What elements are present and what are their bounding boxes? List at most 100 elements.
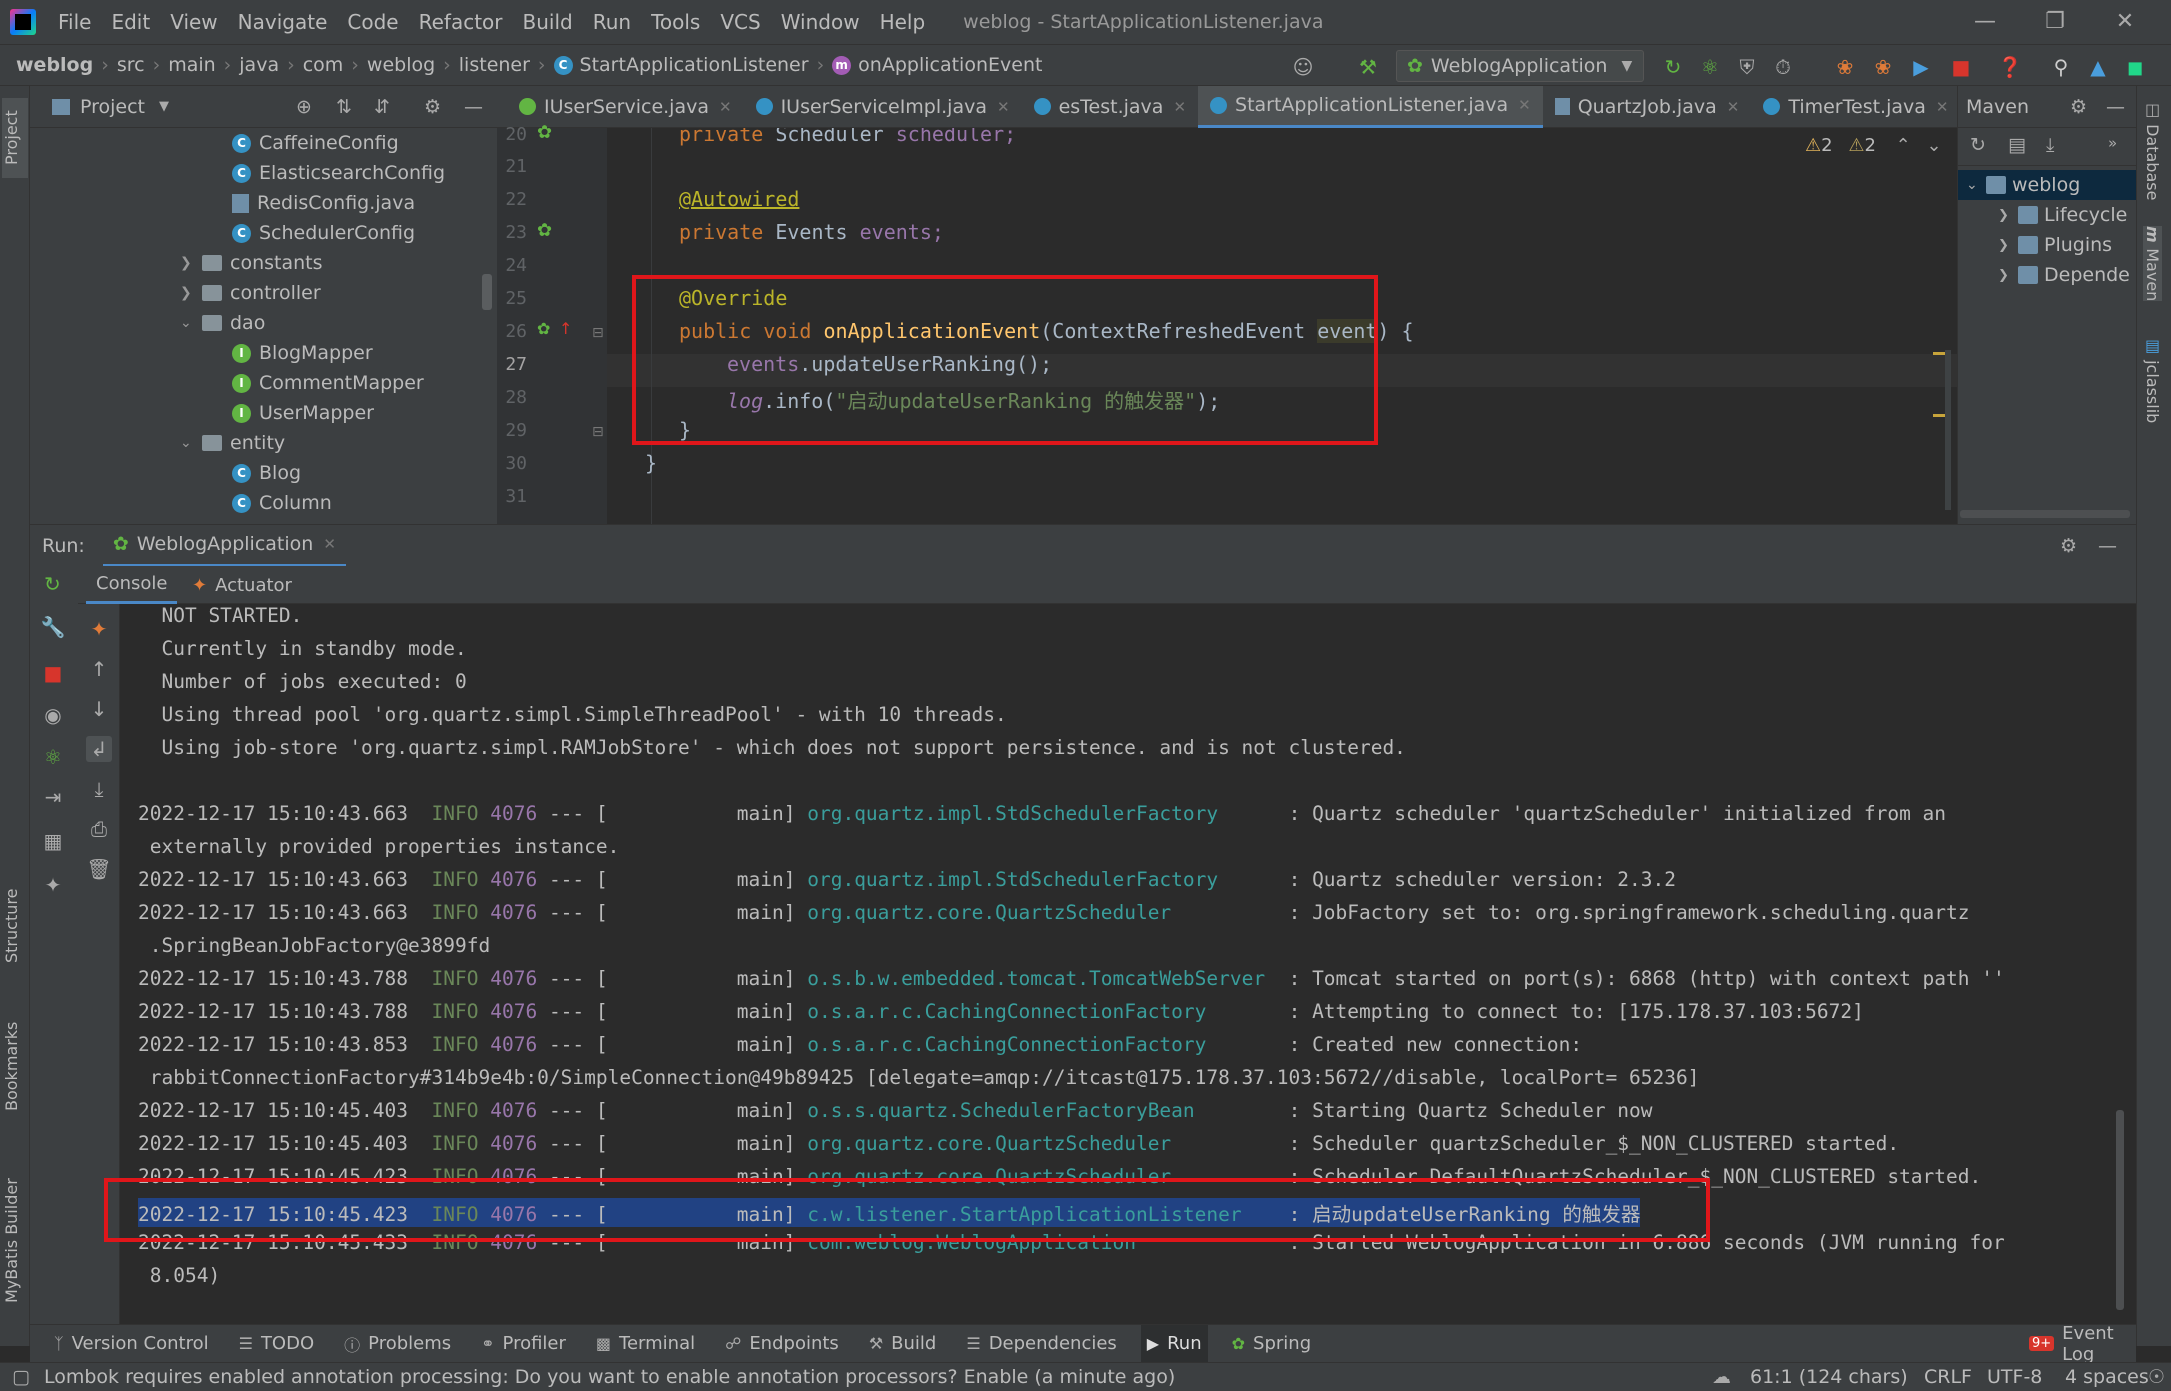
help-icon[interactable]: ❓: [1997, 54, 2023, 80]
tree-item[interactable]: ❯ constants: [180, 248, 323, 278]
rerun-icon[interactable]: ↻: [1660, 54, 1686, 80]
tree-item[interactable]: ⌄ dao: [180, 308, 265, 338]
gear-icon[interactable]: ⚙: [424, 96, 441, 118]
chevron-down-icon[interactable]: ⌄: [1966, 177, 1986, 193]
project-scrollbar[interactable]: [482, 274, 492, 310]
close-icon[interactable]: ✕: [1173, 98, 1186, 116]
reload-icon[interactable]: ↻: [1970, 134, 1986, 156]
chevron-down-icon[interactable]: ⌄: [1926, 135, 1941, 156]
arrow-up-icon[interactable]: ↑: [86, 656, 112, 682]
breadcrumb-listener[interactable]: listener: [459, 54, 530, 76]
tree-item[interactable]: ❯ controller: [180, 278, 321, 308]
restore-icon[interactable]: ❐: [2025, 4, 2085, 40]
console-scrollbar[interactable]: [2116, 1110, 2124, 1310]
maven-item-dependencies[interactable]: ❯ Depende: [1998, 260, 2130, 290]
close-icon[interactable]: ✕: [323, 535, 336, 553]
gear-icon[interactable]: ⚙: [2070, 96, 2087, 118]
project-title[interactable]: Project: [80, 96, 145, 118]
breadcrumb-method[interactable]: onApplicationEvent: [858, 54, 1042, 76]
tab-database[interactable]: ◫ Database: [2143, 100, 2162, 200]
hide-panel-icon[interactable]: —: [2106, 96, 2125, 118]
tool-event-log[interactable]: 9+ Event Log: [2023, 1323, 2136, 1365]
stop-icon[interactable]: ■: [40, 660, 66, 686]
maven-item-weblog[interactable]: ⌄ weblog: [1958, 170, 2137, 200]
arrow-down-icon[interactable]: ↓: [86, 696, 112, 722]
tree-item[interactable]: RedisConfig.java: [232, 188, 415, 218]
close-icon[interactable]: ✕: [719, 98, 732, 116]
fold-icon[interactable]: ⊟: [592, 325, 604, 341]
tree-item[interactable]: C Blog: [232, 458, 301, 488]
tree-item[interactable]: C CaffeineConfig: [232, 128, 399, 158]
actuator-icon[interactable]: ✦: [86, 616, 112, 642]
menu-tools[interactable]: Tools: [651, 10, 700, 34]
tab-estest[interactable]: esTest.java ✕: [1022, 86, 1198, 128]
menu-window[interactable]: Window: [781, 10, 860, 34]
toolbox-icon[interactable]: ◼: [2122, 54, 2148, 80]
debug-icon[interactable]: ⚛: [1697, 54, 1723, 80]
tab-iuserserviceimpl[interactable]: IUserServiceImpl.java ✕: [744, 86, 1022, 128]
close-icon[interactable]: ✕: [1518, 96, 1531, 114]
rerun-icon[interactable]: ↻: [44, 572, 61, 596]
tool-todo[interactable]: ☰ TODO: [233, 1325, 321, 1363]
chevron-down-icon[interactable]: ⌄: [180, 315, 202, 331]
run-config-tab[interactable]: ✿ WeblogApplication ✕: [102, 525, 346, 567]
tree-item[interactable]: I CommentMapper: [232, 368, 424, 398]
pin-icon[interactable]: ✦: [40, 872, 66, 898]
hide-panel-icon[interactable]: —: [2098, 535, 2117, 557]
run-configuration-select[interactable]: ✿ WeblogApplication ▼: [1396, 50, 1644, 82]
breadcrumb-weblog[interactable]: weblog: [16, 54, 93, 76]
tab-maven[interactable]: m Maven: [2143, 226, 2162, 302]
stop-icon[interactable]: ■: [1948, 54, 1974, 80]
maven-item-plugins[interactable]: ❯ Plugins: [1998, 230, 2112, 260]
plugin-icon[interactable]: ❀: [1832, 54, 1858, 80]
exit-icon[interactable]: ⇥: [40, 784, 66, 810]
tab-project[interactable]: Project: [2, 98, 28, 178]
menu-view[interactable]: View: [170, 10, 217, 34]
expand-all-icon[interactable]: ⇅: [336, 96, 352, 118]
bean-icon[interactable]: ✿: [537, 220, 552, 241]
menu-file[interactable]: File: [58, 10, 91, 34]
tool-endpoints[interactable]: ☍ Endpoints: [719, 1325, 845, 1363]
tree-item[interactable]: C Column: [232, 488, 332, 518]
scroll-to-end-icon[interactable]: ⤓: [86, 776, 112, 802]
git-icon[interactable]: ☁: [1712, 1366, 1731, 1388]
minimize-icon[interactable]: —: [1955, 4, 2015, 40]
line-separator[interactable]: CRLF: [1924, 1366, 1972, 1388]
chevron-down-icon[interactable]: ▼: [159, 99, 169, 114]
tree-item[interactable]: I BlogMapper: [232, 338, 373, 368]
tab-structure[interactable]: Structure: [2, 876, 28, 976]
menu-run[interactable]: Run: [593, 10, 631, 34]
locate-icon[interactable]: ⊕: [296, 96, 312, 118]
chevron-right-icon[interactable]: ❯: [180, 255, 202, 271]
tool-run[interactable]: ▶ Run: [1140, 1324, 1208, 1363]
collapse-all-icon[interactable]: ⇵: [374, 96, 390, 118]
editor-scrollbar[interactable]: [1945, 350, 1951, 510]
tool-terminal[interactable]: ▩ Terminal: [590, 1325, 701, 1363]
breadcrumb-java[interactable]: java: [239, 54, 279, 76]
tab-startapplicationlistener[interactable]: StartApplicationListener.java ✕: [1198, 85, 1543, 128]
panel-toggle-icon[interactable]: ▢: [12, 1366, 30, 1388]
menu-vcs[interactable]: VCS: [720, 10, 760, 34]
tree-item[interactable]: C ElasticsearchConfig: [232, 158, 445, 188]
tab-quartzjob[interactable]: QuartzJob.java ✕: [1543, 86, 1752, 128]
download-icon[interactable]: ⤓: [2046, 134, 2054, 156]
update-icon[interactable]: ▶: [1908, 54, 1934, 80]
tool-version-control[interactable]: ᛉ Version Control: [48, 1325, 215, 1363]
tree-item[interactable]: C SchedulerConfig: [232, 218, 415, 248]
breadcrumb-weblog-pkg[interactable]: weblog: [367, 54, 435, 76]
bean-icon[interactable]: ✿: [537, 122, 552, 143]
print-icon[interactable]: ⎙: [86, 816, 112, 842]
chevron-right-icon[interactable]: ❯: [180, 285, 202, 301]
status-message[interactable]: Lombok requires enabled annotation proce…: [44, 1366, 1175, 1388]
chevron-right-icon[interactable]: ❯: [1998, 238, 2018, 253]
breadcrumb-main[interactable]: main: [168, 54, 215, 76]
fold-icon[interactable]: ⊟: [592, 424, 604, 440]
inspection-widget[interactable]: ⚠2 ⚠2 ⌃ ⌄: [1805, 135, 1942, 156]
close-icon[interactable]: ✕: [997, 98, 1010, 116]
user-icon[interactable]: ☺: [1290, 54, 1316, 80]
gear-icon[interactable]: ⚙: [2060, 535, 2077, 557]
tab-console[interactable]: Console: [86, 566, 178, 604]
hide-panel-icon[interactable]: —: [464, 96, 483, 118]
coverage-icon[interactable]: ⛨: [1734, 54, 1760, 80]
add-maven-project-icon[interactable]: ▤: [2008, 134, 2026, 156]
